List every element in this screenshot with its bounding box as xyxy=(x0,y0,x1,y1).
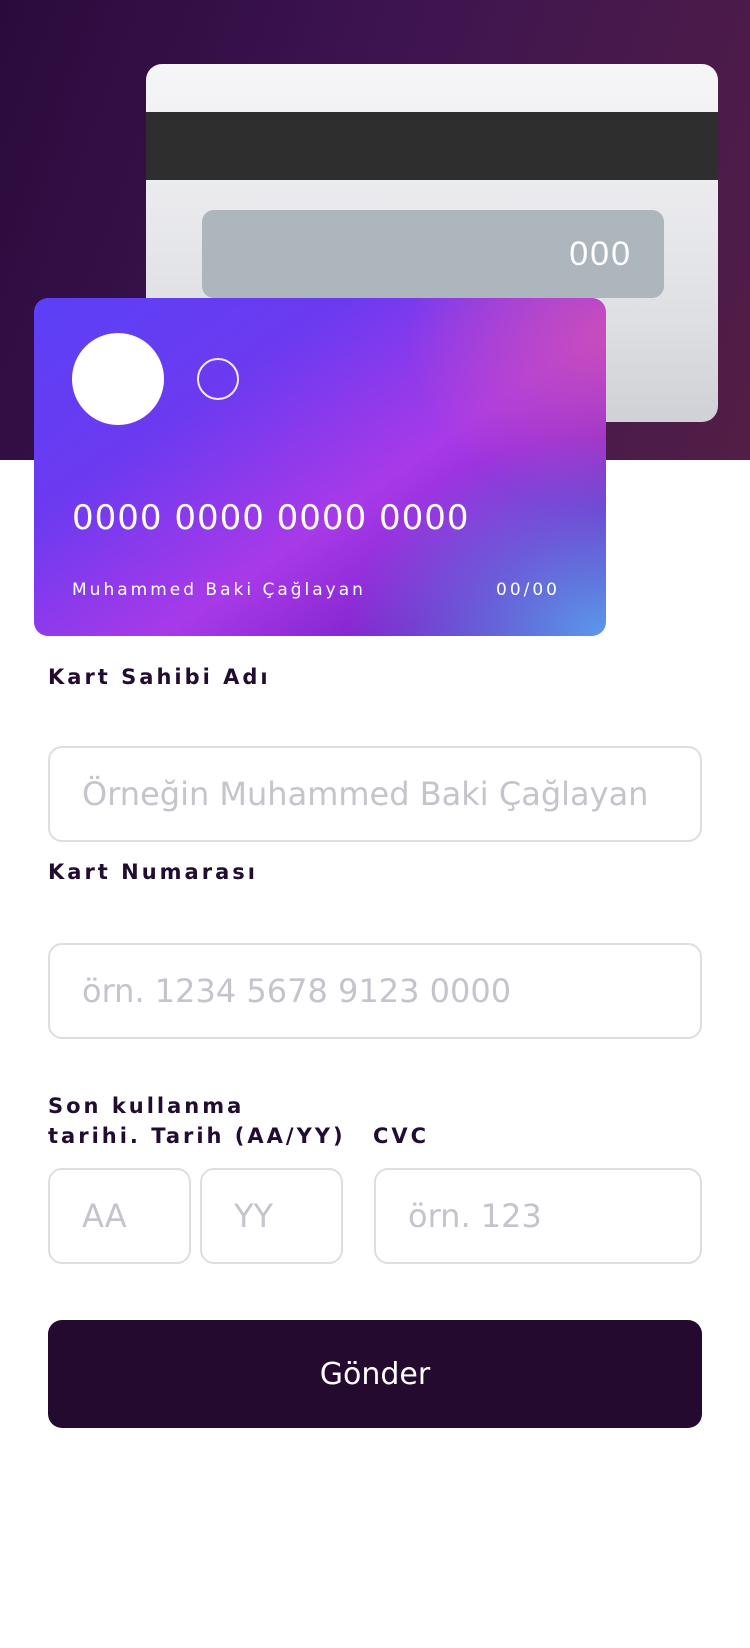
submit-button[interactable]: Gönder xyxy=(48,1320,702,1428)
card-number-label: Kart Numarası xyxy=(48,860,258,884)
card-front: 0000 0000 0000 0000 Muhammed Baki Çağlay… xyxy=(34,298,606,636)
cardholder-name-label: Kart Sahibi Adı xyxy=(48,665,271,689)
expiry-date-label-line2: tarihi. Tarih (AA/YY) xyxy=(48,1124,346,1148)
cvc-input[interactable] xyxy=(374,1168,702,1264)
expiry-date-label-line1: Son kullanma xyxy=(48,1094,245,1118)
card-holder-display: Muhammed Baki Çağlayan xyxy=(72,580,366,600)
expiry-month-input[interactable] xyxy=(48,1168,191,1264)
card-logo-circle-large xyxy=(72,333,164,425)
card-back-cvc: 000 xyxy=(202,210,664,298)
cvc-label: CVC xyxy=(373,1124,430,1148)
expiry-date-label: Son kullanma tarihi. Tarih (AA/YY) xyxy=(48,1091,346,1151)
card-number-input[interactable] xyxy=(48,943,702,1039)
card-logo-circle-small xyxy=(197,358,239,400)
card-details-page: 000 0000 0000 0000 0000 Muhammed Baki Ça… xyxy=(0,0,750,1648)
expiry-year-input[interactable] xyxy=(200,1168,343,1264)
card-number-display: 0000 0000 0000 0000 xyxy=(72,498,470,538)
cardholder-name-input[interactable] xyxy=(48,746,702,842)
magnetic-stripe xyxy=(146,112,718,180)
card-expiry-display: 00/00 xyxy=(496,580,560,600)
